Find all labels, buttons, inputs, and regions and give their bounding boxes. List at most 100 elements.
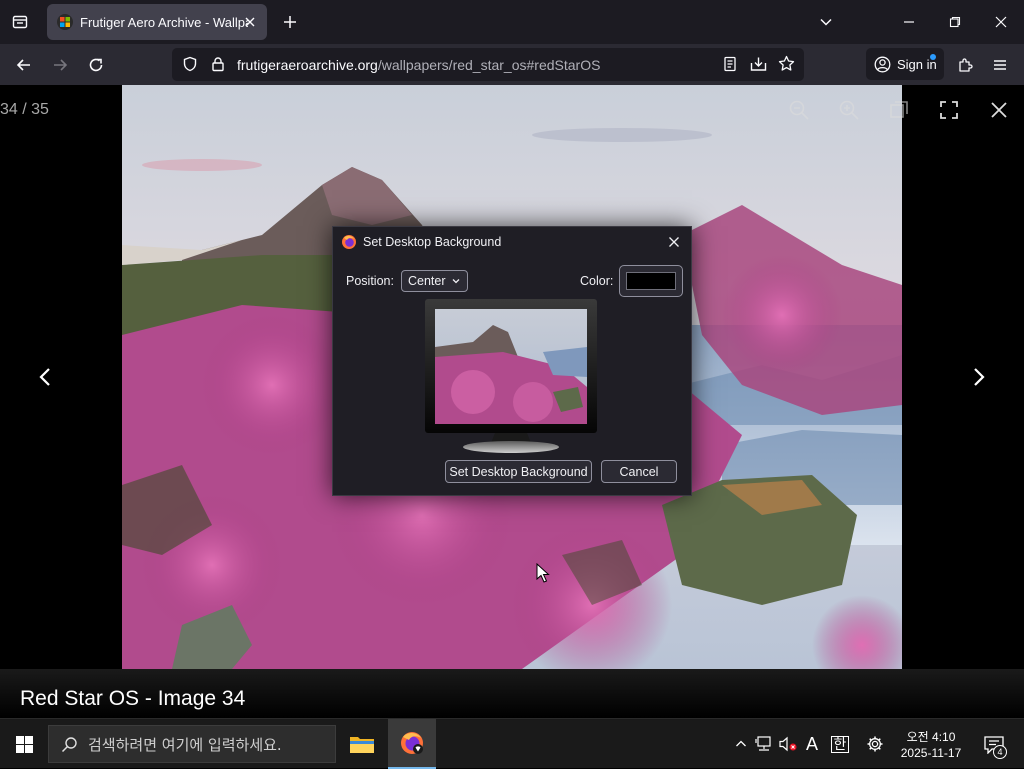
close-icon [669, 237, 679, 247]
active-tab[interactable]: Frutiger Aero Archive - Wallpapers [47, 4, 267, 40]
settings-button[interactable] [864, 733, 886, 755]
slideshow-button[interactable] [886, 97, 912, 123]
tab-strip: Frutiger Aero Archive - Wallpapers [0, 0, 1024, 44]
zoom-in-button[interactable] [836, 97, 862, 123]
clock-time: 오전 4:10 [906, 730, 956, 744]
set-desktop-background-button[interactable]: Set Desktop Background [445, 460, 592, 483]
reload-icon [89, 58, 103, 72]
color-picker-button[interactable] [619, 265, 683, 297]
extensions-button[interactable] [950, 50, 980, 80]
monitor-preview [425, 299, 597, 453]
copy-icon [890, 101, 908, 118]
chevron-up-icon [736, 740, 746, 747]
folder-icon [350, 737, 374, 753]
fullscreen-icon [940, 101, 958, 119]
restore-button[interactable] [932, 0, 978, 44]
windows-taskbar: 검색하려면 여기에 입력하세요. A 한 오전 4:10 2025-11-17 … [0, 718, 1024, 769]
url-path: /wallpapers/red_star_os#redStarOS [377, 57, 601, 73]
minimize-button[interactable] [886, 0, 932, 44]
plus-icon [284, 16, 296, 28]
windows-logo-icon [15, 735, 33, 753]
firefox-icon [401, 732, 423, 754]
chevron-down-icon [820, 18, 832, 26]
account-icon [874, 56, 891, 72]
close-icon [245, 17, 255, 27]
close-icon [995, 16, 1007, 28]
taskbar-clock[interactable]: 오전 4:10 2025-11-17 [890, 729, 972, 761]
tab-title: Frutiger Aero Archive - Wallpapers [80, 14, 248, 30]
lock-icon[interactable] [210, 56, 226, 77]
site-favicon-icon [57, 14, 73, 30]
gear-icon [867, 736, 883, 752]
hamburger-icon [994, 60, 1006, 70]
clock-date: 2025-11-17 [900, 746, 962, 760]
back-button[interactable] [9, 50, 39, 80]
url-domain: frutigeraeroarchive.org [237, 57, 378, 73]
tracking-protection-icon[interactable] [182, 56, 198, 77]
lightbox-close-button[interactable] [986, 97, 1012, 123]
fullscreen-button[interactable] [936, 97, 962, 123]
firefox-taskbar-button[interactable] [388, 719, 436, 769]
image-caption-bar: Red Star OS - Image 34 [0, 669, 1024, 718]
zoom-out-button[interactable] [786, 97, 812, 123]
save-to-pocket-icon[interactable] [750, 56, 767, 77]
zoom-out-icon [789, 100, 809, 120]
file-explorer-taskbar-button[interactable] [338, 719, 386, 769]
firefox-view-icon [12, 15, 28, 29]
position-select[interactable]: Center [401, 270, 468, 292]
previous-image-button[interactable] [31, 363, 59, 391]
firefox-view-button[interactable] [6, 8, 34, 36]
puzzle-icon [958, 57, 973, 72]
navigation-bar: frutigeraeroarchive.org/wallpapers/red_s… [0, 44, 1024, 85]
ime-mode-button[interactable]: 한 [829, 733, 851, 755]
reload-button[interactable] [81, 50, 111, 80]
arrow-left-icon [16, 59, 30, 71]
cancel-button[interactable]: Cancel [601, 460, 677, 483]
input-language-button[interactable]: A [801, 733, 823, 755]
arrow-right-icon [54, 59, 68, 71]
ime-mode-label: 한 [830, 735, 850, 753]
volume-button[interactable] [777, 733, 799, 755]
network-icon [755, 736, 771, 751]
list-all-tabs-button[interactable] [814, 10, 838, 34]
image-caption: Red Star OS - Image 34 [20, 687, 246, 710]
search-icon [61, 736, 77, 752]
search-placeholder: 검색하려면 여기에 입력하세요. [88, 735, 282, 754]
zoom-in-icon [839, 100, 859, 120]
color-label: Color: [580, 274, 614, 288]
set-desktop-background-dialog: Set Desktop Background Position: Center … [332, 226, 692, 496]
network-status-button[interactable] [753, 733, 775, 755]
tab-close-button[interactable] [241, 13, 259, 31]
image-counter: 34 / 35 [0, 101, 49, 118]
dialog-close-button[interactable] [665, 233, 683, 251]
sign-in-button[interactable]: Sign in [866, 48, 944, 80]
firefox-icon [342, 235, 356, 249]
mouse-cursor-icon [536, 563, 550, 583]
action-center-button[interactable]: 4 [980, 731, 1008, 759]
notification-dot [930, 54, 936, 60]
new-tab-button[interactable] [278, 10, 302, 34]
volume-muted-icon [779, 736, 797, 752]
position-label: Position: [346, 274, 394, 288]
taskbar-search-box[interactable]: 검색하려면 여기에 입력하세요. [48, 725, 336, 763]
reader-view-icon[interactable] [722, 56, 738, 77]
url-text: frutigeraeroarchive.org/wallpapers/red_s… [237, 57, 600, 73]
close-icon [991, 102, 1007, 118]
chevron-right-icon [974, 368, 985, 386]
show-hidden-icons-button[interactable] [730, 733, 752, 755]
forward-button[interactable] [45, 50, 75, 80]
notification-count-badge: 4 [993, 745, 1007, 759]
position-value: Center [408, 274, 446, 288]
close-window-button[interactable] [978, 0, 1024, 44]
minimize-icon [904, 21, 914, 23]
next-image-button[interactable] [965, 363, 993, 391]
app-menu-button[interactable] [985, 50, 1015, 80]
chevron-left-icon [39, 368, 50, 386]
start-button[interactable] [0, 719, 48, 769]
address-bar[interactable]: frutigeraeroarchive.org/wallpapers/red_s… [172, 48, 804, 81]
restore-icon [949, 16, 961, 28]
dialog-title: Set Desktop Background [363, 235, 502, 249]
bookmark-star-icon[interactable] [778, 55, 795, 77]
chevron-down-icon [452, 279, 460, 284]
color-swatch [626, 272, 676, 290]
